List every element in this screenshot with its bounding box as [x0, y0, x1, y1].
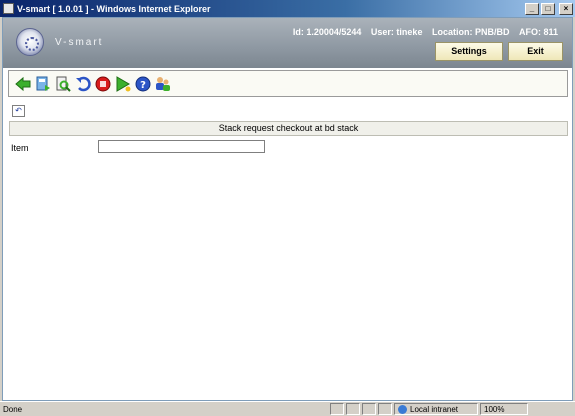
session-info: Id: 1.20004/5244 User: tineke Location: … — [286, 27, 558, 37]
page-title: Stack request checkout at bd stack — [9, 121, 568, 136]
small-back-button[interactable]: ↶ — [12, 105, 25, 117]
record-icon[interactable] — [35, 76, 51, 92]
stop-icon[interactable] — [95, 76, 111, 92]
session-afo: AFO: 811 — [518, 27, 558, 37]
vsmart-logo-icon — [16, 28, 44, 56]
app-header: V-smart Id: 1.20004/5244 User: tineke Lo… — [3, 18, 572, 68]
status-cell — [378, 403, 392, 415]
users-icon[interactable] — [155, 76, 171, 92]
zone-text: Local intranet — [410, 404, 459, 414]
help-icon[interactable]: ? — [135, 76, 151, 92]
status-bar: Done Local intranet 100% — [0, 401, 575, 416]
close-button[interactable]: × — [559, 2, 573, 15]
item-label: Item — [11, 143, 29, 153]
session-location: Location: PNB/BD — [431, 27, 510, 37]
undo-icon[interactable] — [75, 76, 91, 92]
ie-app-icon — [3, 3, 14, 14]
status-text: Done — [3, 404, 23, 414]
svg-text:?: ? — [140, 80, 146, 91]
globe-icon — [398, 404, 407, 414]
view-icon[interactable] — [55, 76, 71, 92]
status-cell — [346, 403, 360, 415]
browser-content: V-smart Id: 1.20004/5244 User: tineke Lo… — [2, 17, 573, 401]
zoom-text: 100% — [484, 404, 505, 414]
zone-indicator: Local intranet — [394, 403, 478, 415]
settings-button[interactable]: Settings — [435, 42, 503, 61]
app-logo-text: V-smart — [55, 37, 104, 48]
minimize-button[interactable]: _ — [525, 2, 539, 15]
toolbar: ? — [8, 70, 568, 97]
session-user: User: tineke — [370, 27, 423, 37]
status-cell — [362, 403, 376, 415]
back-arrow-icon[interactable] — [15, 76, 31, 92]
item-input[interactable] — [98, 140, 265, 153]
window-title: V-smart [ 1.0.01 ] - Windows Internet Ex… — [17, 3, 211, 14]
exit-button[interactable]: Exit — [508, 42, 563, 61]
zoom-indicator[interactable]: 100% — [480, 403, 528, 415]
session-id: Id: 1.20004/5244 — [292, 27, 362, 37]
window-titlebar: V-smart [ 1.0.01 ] - Windows Internet Ex… — [0, 0, 575, 17]
status-cell — [330, 403, 344, 415]
maximize-button[interactable]: □ — [541, 2, 555, 15]
play-icon[interactable] — [115, 75, 131, 92]
